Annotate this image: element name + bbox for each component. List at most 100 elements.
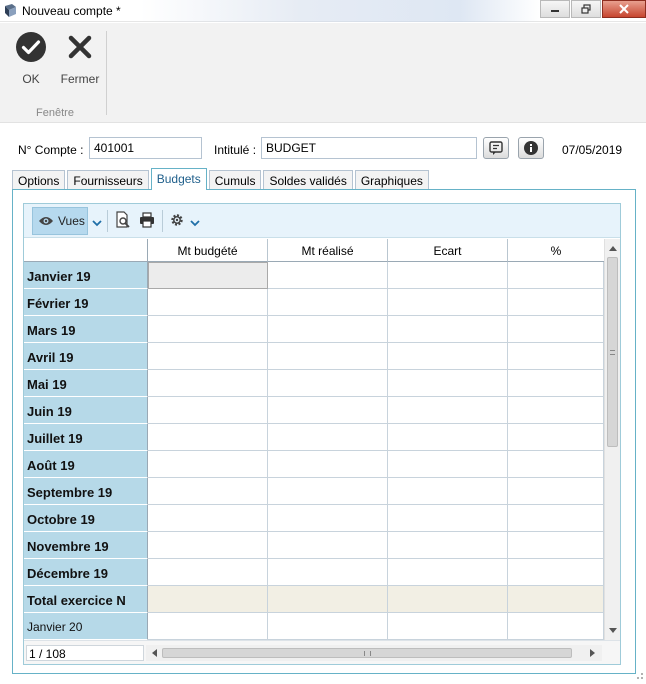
table-cell[interactable] [508, 586, 604, 613]
table-cell[interactable] [148, 289, 268, 316]
table-cell[interactable] [268, 586, 388, 613]
horizontal-scroll-thumb[interactable] [162, 648, 572, 658]
table-cell[interactable] [388, 532, 508, 559]
vertical-scroll-thumb[interactable] [607, 257, 618, 447]
table-row[interactable]: Avril 19 [24, 343, 604, 370]
column-header-actual[interactable]: Mt réalisé [268, 239, 388, 262]
table-cell[interactable] [148, 424, 268, 451]
close-button[interactable]: Fermer [58, 31, 102, 86]
table-cell[interactable] [148, 451, 268, 478]
table-cell[interactable] [508, 424, 604, 451]
tab-options[interactable]: Options [12, 170, 66, 190]
table-cell[interactable] [388, 613, 508, 640]
table-row[interactable]: Novembre 19 [24, 532, 604, 559]
total-row[interactable]: Total exercice N [24, 586, 604, 613]
minimize-button[interactable] [540, 0, 570, 18]
table-cell[interactable] [148, 559, 268, 586]
table-cell[interactable] [388, 289, 508, 316]
resize-grip-icon[interactable] [632, 672, 644, 682]
table-cell[interactable] [268, 343, 388, 370]
table-cell[interactable] [388, 397, 508, 424]
print-preview-button[interactable] [112, 209, 134, 231]
table-cell[interactable] [148, 505, 268, 532]
table-cell[interactable] [508, 451, 604, 478]
info-button[interactable] [518, 137, 544, 159]
settings-chevron-down-icon[interactable] [190, 218, 200, 228]
table-row[interactable]: Août 19 [24, 451, 604, 478]
table-row[interactable]: Décembre 19 [24, 559, 604, 586]
table-cell[interactable] [388, 316, 508, 343]
table-cell[interactable] [508, 505, 604, 532]
table-cell[interactable] [268, 370, 388, 397]
table-cell[interactable] [508, 397, 604, 424]
table-cell[interactable] [148, 316, 268, 343]
views-button[interactable]: Vues [32, 207, 88, 235]
account-number-field[interactable]: 401001 [89, 137, 202, 159]
table-cell[interactable] [268, 505, 388, 532]
table-cell[interactable] [388, 262, 508, 289]
table-row[interactable]: Mars 19 [24, 316, 604, 343]
table-row[interactable]: Février 19 [24, 289, 604, 316]
table-row[interactable]: Juin 19 [24, 397, 604, 424]
table-cell[interactable] [508, 478, 604, 505]
settings-button[interactable] [166, 209, 188, 231]
column-header-budgeted[interactable]: Mt budgété [148, 239, 268, 262]
tab-totals[interactable]: Cumuls [208, 170, 262, 190]
table-cell[interactable] [268, 451, 388, 478]
ok-button[interactable]: OK [14, 31, 48, 86]
table-cell[interactable] [148, 397, 268, 424]
table-cell[interactable] [148, 613, 268, 640]
table-row[interactable]: Juillet 19 [24, 424, 604, 451]
scroll-up-button[interactable] [605, 240, 621, 256]
table-cell[interactable] [268, 262, 388, 289]
table-cell[interactable] [148, 370, 268, 397]
tab-suppliers[interactable]: Fournisseurs [67, 170, 149, 190]
table-row[interactable]: Mai 19 [24, 370, 604, 397]
table-cell[interactable] [148, 586, 268, 613]
table-cell[interactable] [148, 478, 268, 505]
table-row[interactable]: Septembre 19 [24, 478, 604, 505]
table-cell[interactable] [268, 613, 388, 640]
table-cell[interactable] [268, 424, 388, 451]
vertical-scrollbar[interactable] [604, 239, 620, 640]
scroll-down-button[interactable] [605, 623, 621, 639]
table-cell[interactable] [268, 532, 388, 559]
table-cell[interactable] [388, 478, 508, 505]
table-cell[interactable] [388, 559, 508, 586]
table-cell-selected[interactable] [148, 262, 268, 289]
table-row[interactable]: Octobre 19 [24, 505, 604, 532]
column-header-variance[interactable]: Ecart [388, 239, 508, 262]
views-chevron-down-icon[interactable] [92, 218, 102, 228]
table-cell[interactable] [148, 343, 268, 370]
table-cell[interactable] [388, 424, 508, 451]
scroll-right-button[interactable] [586, 645, 600, 661]
close-window-button[interactable] [602, 0, 646, 18]
horizontal-scrollbar[interactable] [146, 645, 602, 661]
restore-button[interactable] [571, 0, 601, 18]
scroll-left-button[interactable] [147, 645, 161, 661]
account-title-field[interactable]: BUDGET [261, 137, 477, 159]
table-cell[interactable] [508, 343, 604, 370]
table-cell[interactable] [388, 505, 508, 532]
table-cell[interactable] [508, 262, 604, 289]
table-cell[interactable] [268, 316, 388, 343]
column-header-percent[interactable]: % [508, 239, 604, 262]
table-cell[interactable] [508, 289, 604, 316]
notes-button[interactable] [483, 137, 509, 159]
table-cell[interactable] [268, 397, 388, 424]
print-button[interactable] [136, 209, 158, 231]
table-cell[interactable] [508, 559, 604, 586]
table-cell[interactable] [508, 316, 604, 343]
table-cell[interactable] [388, 586, 508, 613]
table-cell[interactable] [388, 343, 508, 370]
tab-charts[interactable]: Graphiques [354, 170, 429, 190]
table-row[interactable]: Janvier 19 [24, 262, 604, 289]
table-cell[interactable] [388, 451, 508, 478]
table-cell[interactable] [508, 613, 604, 640]
table-cell[interactable] [508, 370, 604, 397]
table-cell[interactable] [508, 532, 604, 559]
table-cell[interactable] [148, 532, 268, 559]
table-cell[interactable] [388, 370, 508, 397]
tab-budgets[interactable]: Budgets [150, 168, 207, 190]
table-cell[interactable] [268, 478, 388, 505]
